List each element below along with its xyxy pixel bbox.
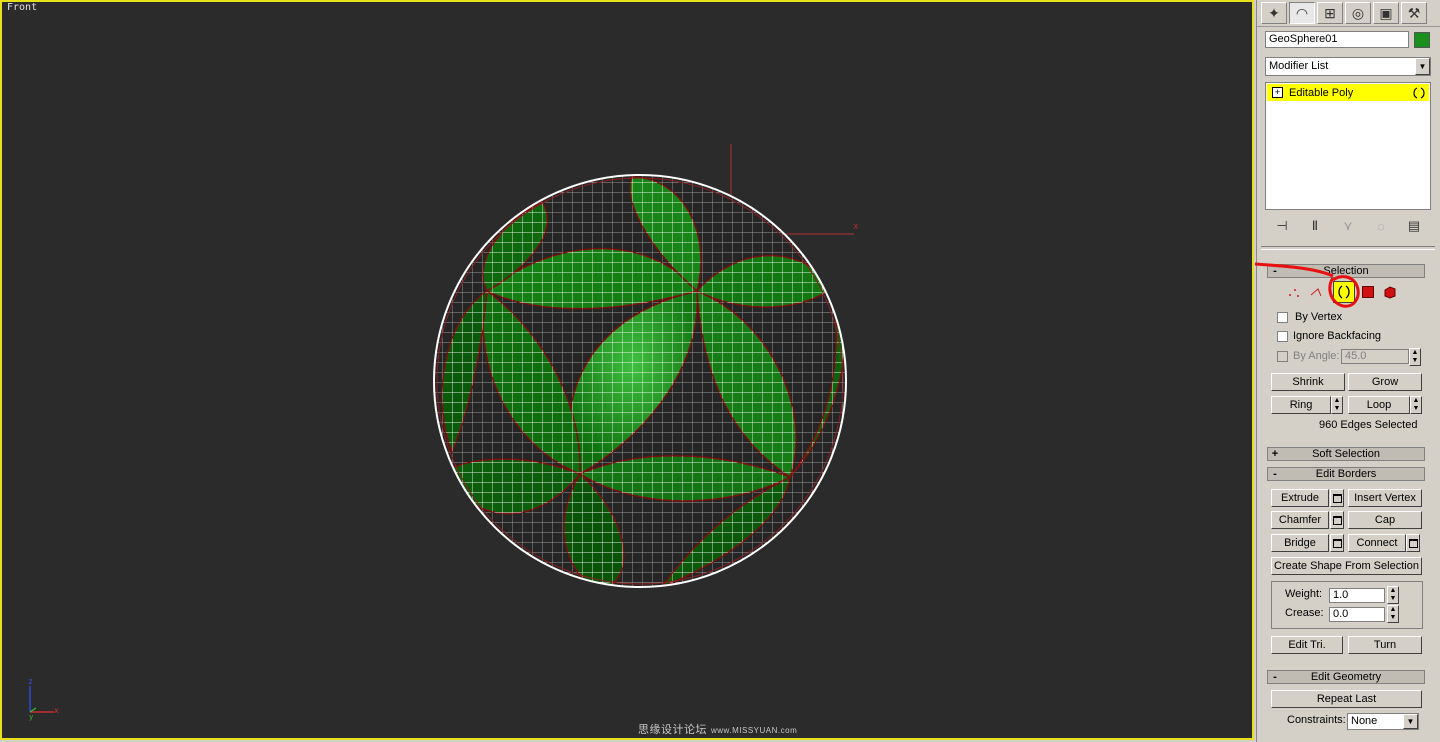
extrude-settings-button[interactable] xyxy=(1330,489,1344,507)
watermark-url: www.MISSYUAN.com xyxy=(711,726,798,735)
geosphere-mesh[interactable]: x z xyxy=(2,2,1252,738)
cap-button[interactable]: Cap xyxy=(1348,511,1422,529)
object-color-swatch[interactable] xyxy=(1414,32,1430,48)
crease-field[interactable]: 0.0 xyxy=(1329,607,1385,622)
bridge-settings-button[interactable] xyxy=(1330,534,1344,552)
show-end-result-icon[interactable]: Ⅱ xyxy=(1304,216,1326,236)
crease-spinner[interactable]: ▲ ▼ xyxy=(1387,605,1399,623)
watermark: 思缘设计论坛 www.MISSYUAN.com xyxy=(638,721,797,737)
modifier-list-label: Modifier List xyxy=(1269,60,1329,72)
configure-modifier-sets-icon[interactable]: ▤ xyxy=(1403,216,1425,236)
expand-icon[interactable]: + xyxy=(1272,87,1283,98)
edit-tri-button[interactable]: Edit Tri. xyxy=(1271,636,1343,654)
border-subobject-icon xyxy=(1413,86,1425,99)
ignore-backfacing-label: Ignore Backfacing xyxy=(1293,330,1382,342)
by-angle-checkbox[interactable] xyxy=(1277,351,1288,362)
pin-stack-icon[interactable]: ⊣ xyxy=(1271,216,1293,236)
create-icon[interactable]: ✦ xyxy=(1261,2,1287,24)
command-panel: ✦ ◠ ⊞ ◎ ▣ ⚒ GeoSphere01 Modifier List ▼ … xyxy=(1255,0,1440,742)
weight-field[interactable]: 1.0 xyxy=(1329,588,1385,603)
make-unique-icon[interactable]: ⋎ xyxy=(1337,216,1359,236)
weight-label: Weight: xyxy=(1285,588,1323,600)
selection-rollout-header[interactable]: - Selection xyxy=(1267,264,1425,278)
polygon-subobject-icon[interactable] xyxy=(1359,283,1377,301)
chamfer-settings-button[interactable] xyxy=(1330,511,1344,529)
ring-button[interactable]: Ring xyxy=(1271,396,1331,414)
motion-icon[interactable]: ◎ xyxy=(1345,2,1371,24)
stack-item-label: Editable Poly xyxy=(1289,86,1354,99)
weight-spinner[interactable]: ▲ ▼ xyxy=(1387,586,1399,604)
svg-text:z: z xyxy=(28,677,33,686)
extrude-button[interactable]: Extrude xyxy=(1271,489,1329,507)
edit-geometry-rollout-header[interactable]: - Edit Geometry xyxy=(1267,670,1425,684)
constraints-dropdown[interactable]: None ▼ xyxy=(1347,713,1419,730)
crease-label: Crease: xyxy=(1285,607,1324,619)
constraints-value: None xyxy=(1351,715,1378,727)
hierarchy-icon[interactable]: ⊞ xyxy=(1317,2,1343,24)
repeat-last-button[interactable]: Repeat Last xyxy=(1271,690,1422,708)
by-vertex-label: By Vertex xyxy=(1295,311,1343,323)
modifier-stack[interactable]: + Editable Poly xyxy=(1265,82,1431,210)
constraints-label: Constraints: xyxy=(1287,714,1346,726)
remove-modifier-icon[interactable]: ◌ xyxy=(1370,216,1392,236)
divider xyxy=(1261,246,1435,250)
axis-tripod: z x y xyxy=(28,677,59,721)
object-name-field[interactable]: GeoSphere01 xyxy=(1265,31,1409,48)
connect-settings-button[interactable] xyxy=(1406,534,1420,552)
chamfer-button[interactable]: Chamfer xyxy=(1271,511,1329,529)
by-vertex-checkbox[interactable] xyxy=(1277,312,1288,323)
loop-spinner[interactable]: ▲ ▼ xyxy=(1410,396,1422,414)
bridge-button[interactable]: Bridge xyxy=(1271,534,1329,552)
edge-subobject-icon[interactable] xyxy=(1307,283,1325,301)
utilities-icon[interactable]: ⚒ xyxy=(1401,2,1427,24)
insert-vertex-button[interactable]: Insert Vertex xyxy=(1348,489,1422,507)
selection-status: 960 Edges Selected xyxy=(1319,419,1418,431)
chevron-down-icon[interactable]: ▼ xyxy=(1415,58,1430,75)
soft-selection-rollout-header[interactable]: + Soft Selection xyxy=(1267,447,1425,461)
svg-text:y: y xyxy=(29,713,33,721)
element-subobject-icon[interactable] xyxy=(1381,283,1399,301)
loop-button[interactable]: Loop xyxy=(1348,396,1410,414)
modify-icon[interactable]: ◠ xyxy=(1289,2,1315,24)
modifier-list-dropdown[interactable]: Modifier List ▼ xyxy=(1265,57,1431,76)
watermark-text: 思缘设计论坛 xyxy=(638,724,707,736)
edit-borders-rollout-header[interactable]: - Edit Borders xyxy=(1267,467,1425,481)
shrink-button[interactable]: Shrink xyxy=(1271,373,1345,391)
ring-spinner[interactable]: ▲ ▼ xyxy=(1331,396,1343,414)
create-shape-button[interactable]: Create Shape From Selection xyxy=(1271,557,1422,575)
stack-toolbar: ⊣ Ⅱ ⋎ ◌ ▤ xyxy=(1265,214,1431,238)
by-angle-label: By Angle: xyxy=(1293,350,1340,362)
svg-text:x: x xyxy=(853,222,859,232)
connect-button[interactable]: Connect xyxy=(1348,534,1406,552)
stack-item-editable-poly[interactable]: + Editable Poly xyxy=(1267,84,1429,101)
display-icon[interactable]: ▣ xyxy=(1373,2,1399,24)
turn-button[interactable]: Turn xyxy=(1348,636,1422,654)
by-angle-spinner[interactable]: ▲ ▼ xyxy=(1409,348,1421,366)
chevron-down-icon[interactable]: ▼ xyxy=(1403,714,1418,729)
ignore-backfacing-checkbox[interactable] xyxy=(1277,331,1288,342)
front-viewport[interactable]: Front x z x y 思缘设计论坛 www.MISSYUAN.com xyxy=(0,0,1254,740)
vertex-subobject-icon[interactable] xyxy=(1285,283,1303,301)
svg-text:x: x xyxy=(54,706,59,715)
grow-button[interactable]: Grow xyxy=(1348,373,1422,391)
border-subobject-icon[interactable] xyxy=(1333,281,1355,303)
command-panel-tabs: ✦ ◠ ⊞ ◎ ▣ ⚒ xyxy=(1257,0,1440,27)
by-angle-field[interactable]: 45.0 xyxy=(1341,349,1409,364)
